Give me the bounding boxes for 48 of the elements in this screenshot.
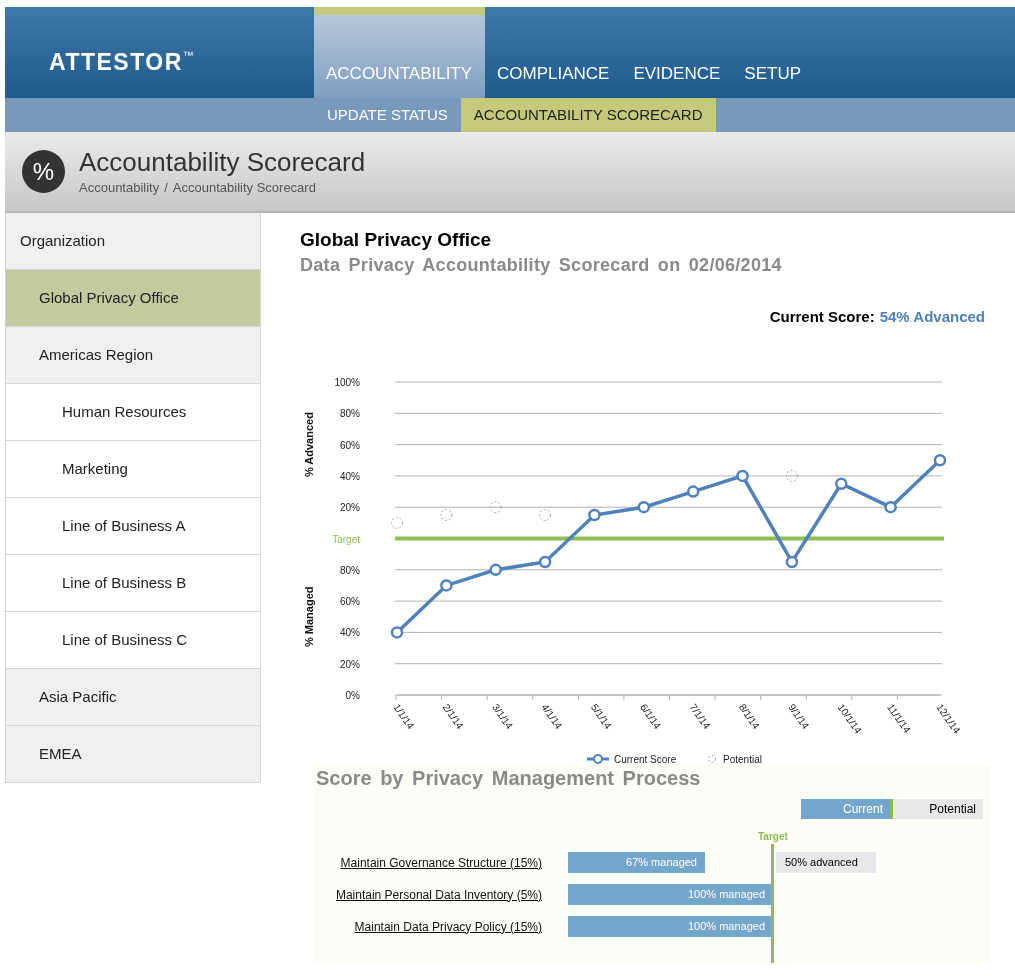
current-bar: 67% managed bbox=[568, 852, 705, 873]
sidebar-item[interactable]: Americas Region bbox=[6, 327, 260, 384]
content-subtitle: Data Privacy Accountability Scorecard on 02/06/2014 bbox=[300, 254, 783, 277]
sidebar-item[interactable]: Asia Pacific bbox=[6, 669, 260, 726]
current-bar: 100% managed bbox=[568, 884, 773, 905]
process-link[interactable]: Maintain Governance Structure (15%) bbox=[340, 853, 542, 872]
axis-label: 40% bbox=[340, 626, 360, 638]
axis-title: % Advanced bbox=[303, 411, 315, 477]
section-title: Score by Privacy Management Process bbox=[315, 765, 702, 791]
trademark: ™ bbox=[182, 48, 194, 63]
page-title: Accountability Scorecard bbox=[79, 145, 366, 178]
breadcrumb-separator: / bbox=[164, 178, 168, 197]
sidebar-heading: Organization bbox=[6, 213, 260, 270]
logo: ATTESTOR bbox=[49, 48, 183, 77]
axis-label: 100% bbox=[334, 376, 360, 388]
sidebar-item[interactable]: Global Privacy Office bbox=[6, 270, 260, 327]
axis-label: 60% bbox=[340, 595, 360, 607]
nav-tab[interactable]: SETUP bbox=[732, 7, 814, 98]
process-link[interactable]: Maintain Personal Data Inventory (5%) bbox=[335, 885, 542, 904]
process-link[interactable]: Maintain Data Privacy Policy (15%) bbox=[354, 917, 542, 936]
subnav-tab[interactable]: ACCOUNTABILITY SCORECARD bbox=[460, 98, 716, 132]
percent-icon: % bbox=[22, 150, 65, 193]
legend-potential: Potential bbox=[893, 798, 983, 819]
legend-label: Potential bbox=[723, 753, 762, 765]
axis-title: % Managed bbox=[303, 586, 315, 647]
current-bar: 100% managed bbox=[568, 916, 773, 937]
potential-bar: 50% advanced bbox=[776, 852, 876, 873]
legend-label: Current Score bbox=[614, 753, 677, 765]
target-label: Target bbox=[332, 533, 360, 544]
axis-label: 80% bbox=[340, 564, 360, 576]
legend-current: Current bbox=[801, 798, 893, 819]
nav-tab[interactable]: COMPLIANCE bbox=[485, 7, 622, 98]
axis-label: 20% bbox=[340, 501, 360, 513]
breadcrumb-link[interactable]: Accountability bbox=[79, 177, 160, 198]
breadcrumb-current: Accountability Scorecard bbox=[172, 178, 316, 197]
legend-dot-icon bbox=[708, 754, 716, 763]
axis-label: 40% bbox=[340, 470, 360, 482]
sidebar-item[interactable]: EMEA bbox=[6, 726, 260, 783]
score-label: Current Score: bbox=[769, 307, 875, 327]
nav-tab[interactable]: EVIDENCE bbox=[621, 7, 733, 98]
axis-label: 20% bbox=[340, 658, 360, 670]
axis-label: 0% bbox=[345, 689, 360, 701]
potential-point bbox=[391, 516, 403, 529]
content-title: Global Privacy Office bbox=[300, 228, 493, 252]
axis-label: 80% bbox=[340, 407, 360, 419]
target-label: Target bbox=[758, 829, 788, 844]
axis-label: 60% bbox=[340, 439, 360, 451]
score-value: 54% Advanced bbox=[879, 307, 985, 327]
